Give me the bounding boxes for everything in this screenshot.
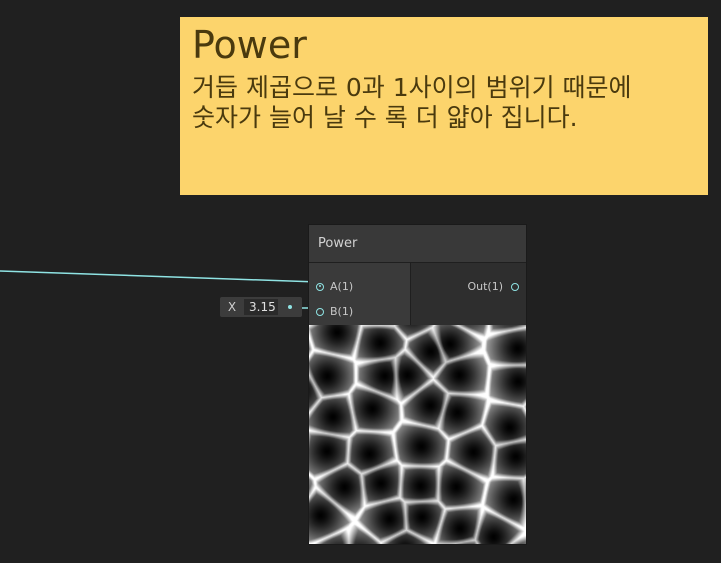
node-preview-image	[309, 325, 526, 544]
port-connector-icon[interactable]	[511, 282, 519, 291]
input-port-label: A(1)	[330, 280, 354, 293]
inline-input-axis-label: X	[227, 300, 237, 314]
port-connector-icon[interactable]	[316, 307, 324, 316]
output-port-label: Out(1)	[467, 280, 503, 293]
output-port-out[interactable]: Out(1)	[411, 274, 526, 299]
input-ports: A(1) B(1)	[309, 263, 410, 325]
inline-input-b[interactable]: X 3.15	[220, 297, 302, 317]
sticky-note[interactable]: Power 거듭 제곱으로 0과 1사이의 범위기 때문에 숫자가 늘어 날 수…	[180, 17, 708, 195]
input-port-b[interactable]: B(1)	[309, 299, 410, 324]
inline-input-value[interactable]: 3.15	[244, 299, 278, 315]
sticky-note-body[interactable]: 거듭 제곱으로 0과 1사이의 범위기 때문에 숫자가 늘어 날 수 록 더 얇…	[192, 73, 696, 133]
port-connector-icon[interactable]	[316, 282, 324, 291]
sticky-note-line: 거듭 제곱으로 0과 1사이의 범위기 때문에	[192, 73, 632, 102]
input-port-a[interactable]: A(1)	[309, 274, 410, 299]
sticky-note-title[interactable]: Power	[192, 23, 696, 67]
sticky-note-line: 숫자가 늘어 날 수 록 더 얇아 집니다.	[192, 103, 578, 132]
output-ports: Out(1)	[410, 263, 526, 325]
graph-canvas[interactable]: Power 거듭 제곱으로 0과 1사이의 범위기 때문에 숫자가 늘어 날 수…	[0, 0, 721, 563]
edge-to-input-a[interactable]	[0, 270, 319, 283]
node-title[interactable]: Power	[309, 225, 526, 263]
inline-input-port-dot	[288, 305, 292, 309]
input-port-label: B(1)	[330, 305, 354, 318]
power-node[interactable]: Power A(1) B(1) Out(1)	[309, 225, 526, 544]
node-ports: A(1) B(1) Out(1)	[309, 263, 526, 325]
